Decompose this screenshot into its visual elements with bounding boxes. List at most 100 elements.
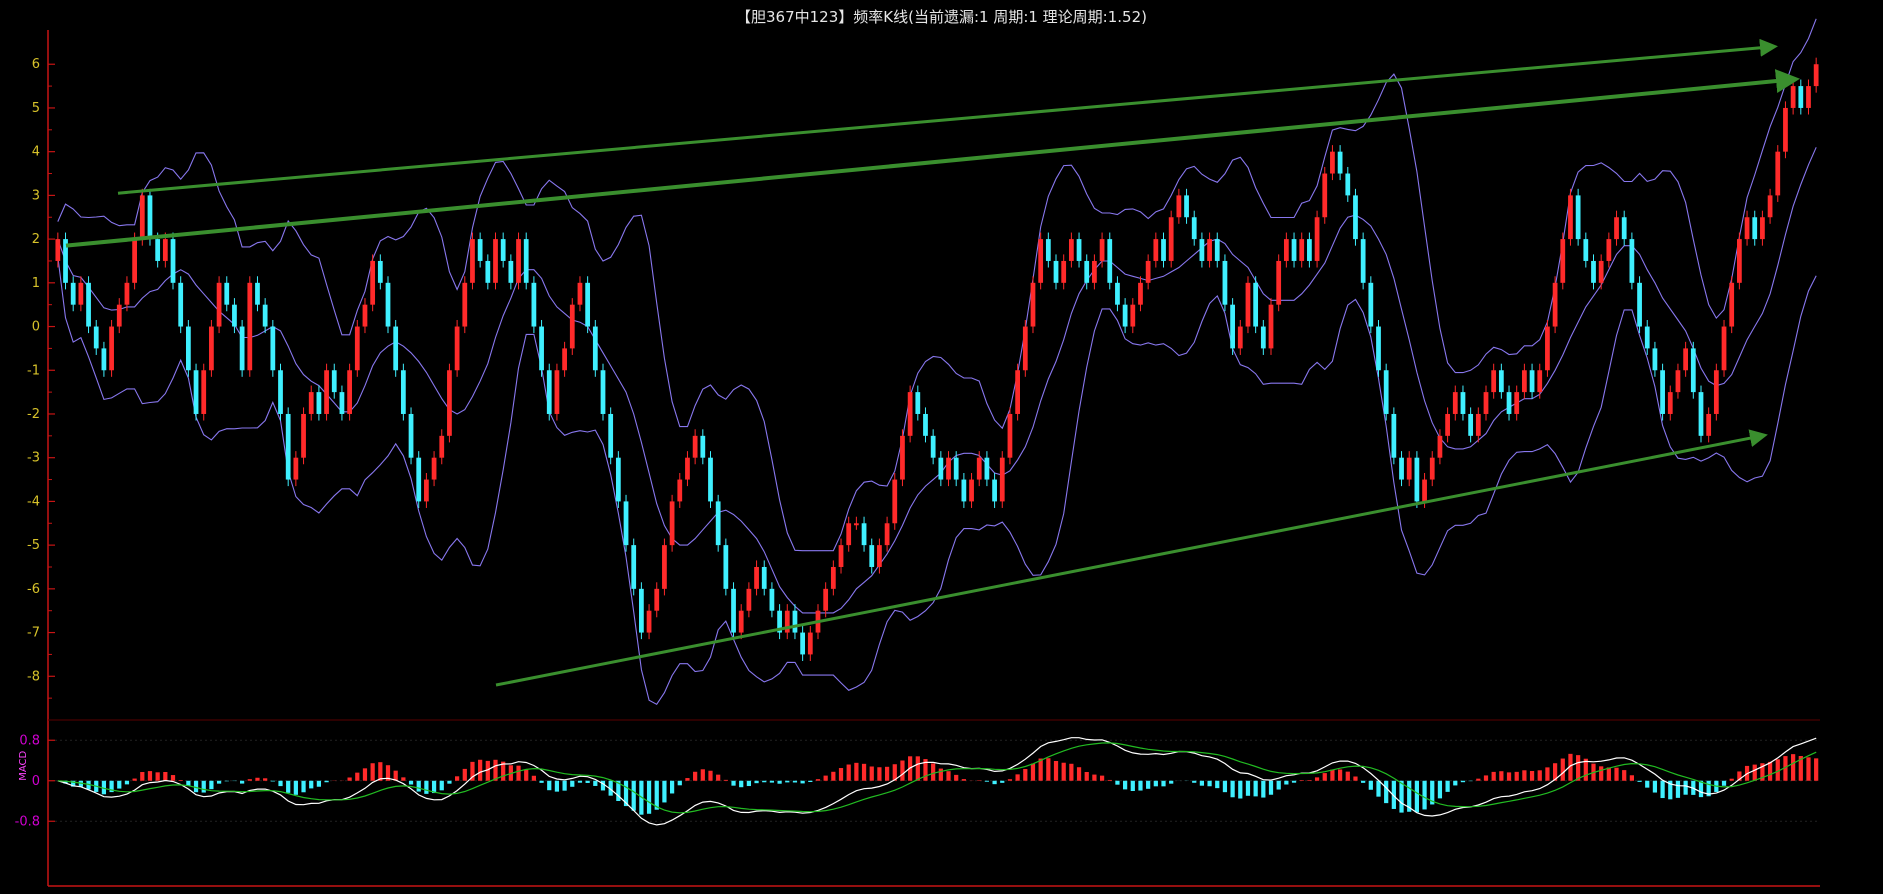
- candle-up: [1445, 413, 1450, 436]
- candle-up: [1061, 260, 1067, 283]
- candle-up: [1760, 217, 1765, 240]
- candle-up: [662, 545, 667, 589]
- candle-down: [585, 282, 591, 327]
- candle-down: [477, 239, 483, 261]
- candle-up: [1283, 239, 1289, 261]
- candle-down: [1076, 239, 1082, 261]
- candle-up: [1406, 457, 1412, 480]
- candle-up: [900, 435, 905, 480]
- candle-down: [1122, 304, 1128, 327]
- candle-down: [1184, 195, 1189, 218]
- candle-down: [1360, 239, 1366, 283]
- candle-up: [738, 610, 744, 633]
- candle-up: [1475, 413, 1481, 436]
- candle-down: [639, 588, 644, 633]
- candle-up: [516, 239, 521, 283]
- candle-up: [1092, 260, 1097, 283]
- candle-up: [1330, 151, 1335, 174]
- candle-down: [523, 239, 529, 283]
- macd-panel: [57, 737, 1819, 826]
- candle-up: [1268, 304, 1274, 349]
- candle-down: [1690, 348, 1696, 393]
- macd-tick-label: 0.8: [19, 733, 40, 748]
- candle-down: [546, 370, 552, 414]
- candle-down: [615, 457, 621, 502]
- candle-down: [715, 501, 721, 546]
- candle-down: [631, 545, 637, 589]
- candle-up: [470, 239, 475, 283]
- candle-down: [93, 326, 99, 349]
- candle-down: [377, 260, 383, 283]
- candle-up: [1736, 239, 1742, 283]
- y-tick-label: -1: [27, 363, 40, 378]
- y-tick-label: -7: [27, 626, 40, 641]
- candle-up: [1015, 370, 1021, 414]
- candle-up: [1598, 260, 1604, 283]
- candle-up: [454, 326, 460, 371]
- candle-down: [1391, 413, 1397, 458]
- candle-down: [953, 457, 959, 480]
- candle-down: [1660, 370, 1665, 414]
- candle-down: [1399, 457, 1404, 480]
- candle-up: [1606, 239, 1612, 261]
- candle-up: [370, 260, 376, 305]
- candle-up: [976, 457, 982, 480]
- candle-up: [1130, 304, 1136, 327]
- candle-up: [969, 479, 974, 502]
- candle-down: [923, 413, 928, 436]
- candle-up: [685, 457, 690, 480]
- candle-up: [462, 282, 468, 327]
- candle-up: [830, 566, 836, 589]
- y-tick-label: 2: [32, 232, 40, 247]
- y-tick-label: -5: [27, 538, 40, 553]
- candle-up: [877, 545, 882, 567]
- candle-down: [1222, 260, 1228, 305]
- y-tick-label: 1: [32, 276, 40, 291]
- candle-down: [592, 326, 598, 371]
- candle-up: [677, 479, 683, 502]
- candle-down: [708, 457, 713, 502]
- candle-up: [247, 282, 253, 371]
- candle-up: [439, 435, 445, 458]
- candle-up: [116, 304, 122, 327]
- candle-up: [853, 523, 859, 526]
- candle-up: [1022, 326, 1028, 371]
- candle-up: [1145, 260, 1151, 283]
- candle-up: [347, 370, 352, 414]
- candle-down: [1253, 282, 1259, 327]
- candle-up: [1522, 370, 1527, 393]
- macd-dif-line: [57, 737, 1817, 826]
- y-tick-label: -3: [27, 451, 40, 466]
- candle-down: [385, 282, 391, 327]
- candle-up: [424, 479, 429, 502]
- candle-up: [1138, 282, 1143, 305]
- candle-up: [1168, 217, 1174, 261]
- candle-down: [930, 435, 936, 458]
- candle-up: [892, 479, 898, 524]
- candle-up: [447, 370, 452, 436]
- candle-up: [1038, 239, 1044, 283]
- candle-up: [846, 523, 852, 546]
- candle-down: [508, 260, 514, 283]
- candle-up: [1552, 282, 1558, 327]
- candle-down: [1291, 239, 1297, 261]
- candle-down: [339, 392, 345, 414]
- candle-up: [1276, 260, 1282, 305]
- candle-up: [1706, 413, 1712, 436]
- candle-down: [1583, 239, 1589, 261]
- candle-up: [293, 457, 299, 480]
- candle-down: [800, 632, 806, 655]
- candle-up: [301, 413, 306, 458]
- candle-down: [1752, 217, 1758, 240]
- candle-down: [1214, 239, 1220, 261]
- candle-up: [946, 457, 951, 480]
- candle-up: [1667, 392, 1673, 414]
- candle-down: [761, 566, 767, 589]
- candle-down: [723, 545, 729, 589]
- candle-up: [646, 610, 652, 633]
- macd-tick-label: 0: [32, 774, 40, 789]
- candle-down: [70, 282, 76, 305]
- candle-up: [999, 457, 1005, 502]
- candle-down: [1107, 239, 1113, 283]
- candle-down: [270, 326, 276, 371]
